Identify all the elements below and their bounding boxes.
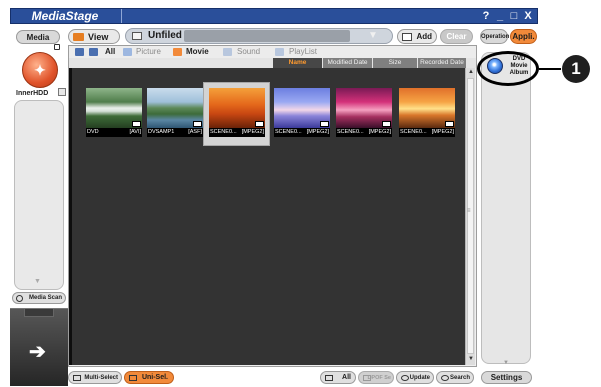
filter-sound[interactable]: Sound bbox=[237, 46, 260, 58]
uni-sel-button[interactable]: Uni-Sel. bbox=[124, 371, 174, 384]
uni-sel-label: Uni-Sel. bbox=[141, 374, 168, 381]
uni-sel-icon bbox=[129, 375, 137, 381]
view-all-button[interactable]: View All bbox=[68, 29, 120, 56]
add-button[interactable]: Add bbox=[397, 29, 437, 44]
help-button[interactable]: ? bbox=[480, 9, 492, 23]
folder-icon bbox=[132, 32, 142, 40]
all-icon-2 bbox=[89, 48, 98, 56]
minimize-button[interactable]: _ bbox=[494, 9, 506, 23]
operation-button[interactable]: Operation bbox=[480, 29, 509, 44]
media-type-filter-bar: All Picture Movie Sound PlayList bbox=[69, 46, 476, 58]
select-all-icon bbox=[325, 375, 333, 381]
film-icon bbox=[382, 121, 391, 127]
film-icon bbox=[320, 121, 329, 127]
add-label: Add bbox=[416, 32, 432, 41]
close-button[interactable]: X bbox=[522, 9, 534, 23]
media-button[interactable]: Media bbox=[16, 30, 60, 44]
update-label: Update bbox=[409, 375, 430, 381]
search-button[interactable]: Search bbox=[436, 371, 474, 384]
update-button[interactable]: Update bbox=[396, 371, 434, 384]
eagle-icon: ✦ bbox=[34, 62, 46, 78]
inner-hdd-icon[interactable]: ✦ bbox=[22, 52, 58, 88]
multi-select-label: Multi-Select bbox=[84, 375, 118, 381]
sound-icon bbox=[223, 48, 232, 56]
film-icon bbox=[445, 121, 454, 127]
media-thumbnail[interactable]: DVD [AVI] bbox=[86, 88, 142, 142]
media-scan-label: Media Scan bbox=[28, 295, 62, 301]
media-thumbnail[interactable]: SCENE0... [MPEG2] bbox=[399, 88, 455, 142]
refresh-icon bbox=[401, 375, 409, 381]
scroll-down-icon[interactable]: ▼ bbox=[503, 360, 509, 366]
callout-number-badge: 1 bbox=[562, 55, 590, 83]
maximize-button[interactable]: □ bbox=[508, 9, 520, 23]
scroll-down-icon[interactable]: ▼ bbox=[34, 278, 41, 285]
all-label: All bbox=[342, 374, 351, 381]
arrow-right-icon[interactable]: ➔ bbox=[29, 339, 46, 364]
settings-button[interactable]: Settings bbox=[481, 371, 532, 384]
playlist-icon bbox=[275, 48, 284, 56]
media-thumbnail[interactable]: SCENE0... [MPEG2] bbox=[209, 88, 265, 142]
clear-button[interactable]: Clear bbox=[440, 29, 473, 44]
device-list-panel[interactable] bbox=[14, 100, 64, 290]
all-icon bbox=[75, 48, 84, 56]
thumbnail-caption: SCENE0... [MPEG2] bbox=[336, 128, 392, 137]
title-separator bbox=[121, 9, 122, 23]
scroll-down-icon[interactable]: ▼ bbox=[467, 356, 475, 364]
sort-bar: Name Modified Date Size Recorded Date bbox=[69, 58, 476, 68]
multi-select-button[interactable]: Multi-Select bbox=[68, 371, 122, 384]
panel-handle bbox=[24, 309, 54, 317]
sort-by-name[interactable]: Name bbox=[272, 58, 322, 68]
lock-icon bbox=[54, 44, 60, 50]
vertical-scrollbar[interactable]: ▲ ≡ ▼ bbox=[465, 68, 475, 365]
folder-label: Unfiled bbox=[148, 30, 182, 41]
scrollbar-thumb[interactable] bbox=[467, 78, 474, 354]
app-title: MediaStage bbox=[31, 9, 99, 23]
all-button[interactable]: All bbox=[320, 371, 356, 384]
scroll-grip-icon: ≡ bbox=[467, 208, 471, 214]
transfer-panel[interactable]: ➔ bbox=[10, 308, 68, 386]
thumbnail-caption: SCENE0... [MPEG2] bbox=[399, 128, 455, 137]
filter-playlist[interactable]: PlayList bbox=[289, 46, 317, 58]
filter-movie[interactable]: Movie bbox=[186, 46, 209, 58]
sort-by-recorded-date[interactable]: Recorded Date bbox=[417, 58, 466, 68]
search-icon bbox=[441, 375, 449, 381]
thumbnail-caption: SCENE0... [MPEG2] bbox=[209, 128, 265, 137]
title-bar: MediaStage ? _ □ X bbox=[10, 8, 538, 24]
thumbnail-caption: SCENE0... [MPEG2] bbox=[274, 128, 330, 137]
application-panel bbox=[481, 52, 531, 364]
callout-line bbox=[539, 68, 561, 70]
filter-picture[interactable]: Picture bbox=[136, 46, 161, 58]
device-info-icon[interactable] bbox=[58, 88, 66, 96]
folder-selector[interactable]: Unfiled ▼ bbox=[125, 28, 393, 44]
folder-path-field[interactable] bbox=[184, 30, 350, 42]
film-icon bbox=[193, 121, 202, 127]
refresh-icon bbox=[16, 295, 23, 302]
thumbnail-caption: DVSAMP1 [ASF] bbox=[147, 128, 203, 137]
print-icon bbox=[363, 375, 371, 381]
grid-icon bbox=[73, 33, 84, 41]
film-icon bbox=[132, 121, 141, 127]
film-icon bbox=[255, 121, 264, 127]
scroll-up-icon[interactable]: ▲ bbox=[467, 69, 475, 77]
filter-all[interactable]: All bbox=[105, 46, 115, 58]
media-thumbnail[interactable]: SCENE0... [MPEG2] bbox=[274, 88, 330, 142]
movie-icon bbox=[173, 48, 182, 56]
search-label: Search bbox=[449, 375, 470, 381]
device-label: InnerHDD bbox=[16, 90, 49, 97]
media-scan-button[interactable]: Media Scan bbox=[12, 292, 66, 304]
dpof-button[interactable]: DPOF Se bbox=[358, 371, 394, 384]
media-thumbnail[interactable]: SCENE0... [MPEG2] bbox=[336, 88, 392, 142]
chevron-down-icon[interactable]: ▼ bbox=[358, 29, 388, 43]
mediastage-window: MediaStage ? _ □ X Media View All Unfile… bbox=[0, 0, 601, 387]
callout-oval bbox=[477, 51, 539, 86]
picture-icon bbox=[123, 48, 132, 56]
multi-select-icon bbox=[73, 375, 81, 381]
media-thumbnail[interactable]: DVSAMP1 [ASF] bbox=[147, 88, 203, 142]
sort-by-modified-date[interactable]: Modified Date bbox=[322, 58, 372, 68]
appli-button[interactable]: Appli. bbox=[510, 29, 537, 44]
thumbnail-caption: DVD [AVI] bbox=[86, 128, 142, 137]
sort-by-size[interactable]: Size bbox=[372, 58, 417, 68]
add-icon bbox=[402, 33, 412, 41]
